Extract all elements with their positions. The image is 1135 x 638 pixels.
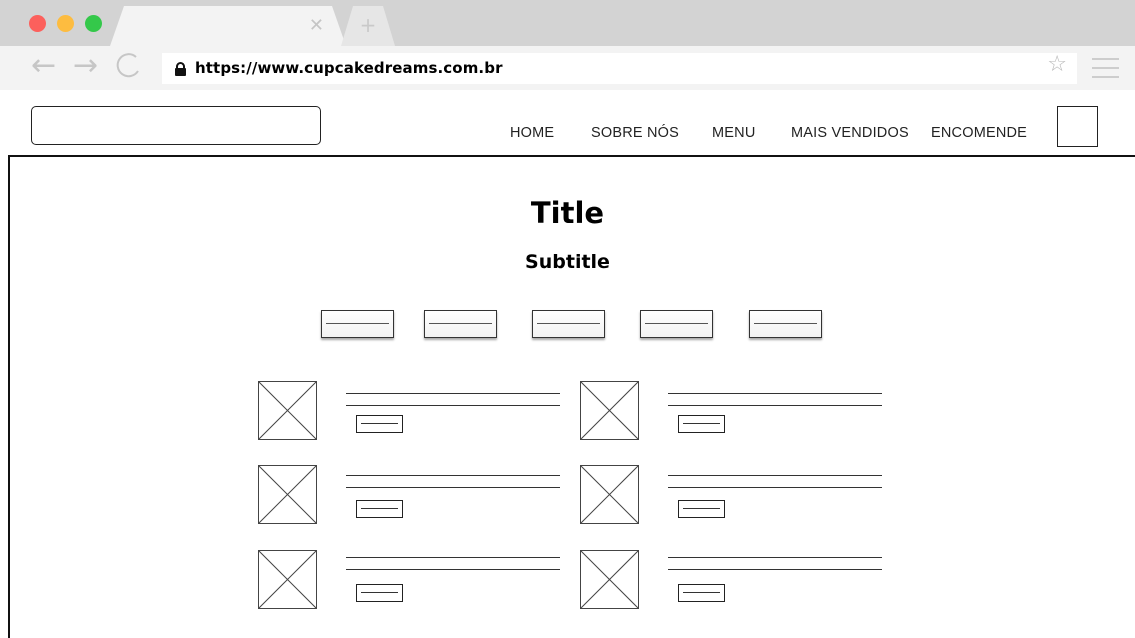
- product-text-line: [668, 487, 882, 488]
- product-title-line: [346, 557, 560, 558]
- url-text[interactable]: https://www.cupcakedreams.com.br: [195, 59, 503, 77]
- category-button-3[interactable]: [532, 310, 605, 338]
- browser-tab-bar: ✕ +: [0, 0, 1135, 46]
- product-title-line: [668, 475, 882, 476]
- product-buy-button[interactable]: [356, 500, 403, 518]
- product-text-line: [346, 405, 560, 406]
- product-image-placeholder[interactable]: [258, 465, 317, 524]
- product-buy-button[interactable]: [356, 584, 403, 602]
- page-title: Title: [530, 196, 605, 230]
- window-close-button[interactable]: [29, 15, 46, 32]
- nav-mais-vendidos[interactable]: MAIS VENDIDOS: [791, 125, 909, 141]
- product-image-placeholder[interactable]: [580, 550, 639, 609]
- product-image-placeholder[interactable]: [258, 550, 317, 609]
- star-icon[interactable]: ☆: [1047, 54, 1067, 76]
- cart-button[interactable]: [1057, 106, 1098, 147]
- hamburger-menu-icon[interactable]: [1092, 58, 1119, 78]
- product-image-placeholder[interactable]: [580, 381, 639, 440]
- lock-icon: [175, 62, 186, 76]
- address-bar[interactable]: https://www.cupcakedreams.com.br ☆: [162, 53, 1077, 84]
- page-subtitle: Subtitle: [525, 251, 610, 273]
- window-minimize-button[interactable]: [57, 15, 74, 32]
- browser-tab[interactable]: ✕: [110, 6, 346, 46]
- new-tab-button[interactable]: +: [341, 6, 395, 46]
- product-text-line: [668, 569, 882, 570]
- product-buy-button[interactable]: [678, 415, 725, 433]
- category-button-1[interactable]: [321, 310, 394, 338]
- product-image-placeholder[interactable]: [580, 465, 639, 524]
- close-icon[interactable]: ✕: [309, 17, 324, 35]
- arrow-right-icon[interactable]: →: [73, 51, 98, 81]
- nav-menu[interactable]: MENU: [712, 125, 756, 141]
- category-button-2[interactable]: [424, 310, 497, 338]
- category-button-4[interactable]: [640, 310, 713, 338]
- plus-icon[interactable]: +: [341, 15, 395, 35]
- product-text-line: [668, 405, 882, 406]
- product-image-placeholder[interactable]: [258, 381, 317, 440]
- arrow-left-icon[interactable]: ←: [31, 51, 56, 81]
- window-zoom-button[interactable]: [85, 15, 102, 32]
- reload-icon[interactable]: [116, 51, 142, 87]
- logo-placeholder[interactable]: [31, 106, 321, 145]
- nav-encomende[interactable]: ENCOMENDE: [931, 125, 1027, 141]
- category-button-5[interactable]: [749, 310, 822, 338]
- nav-home[interactable]: HOME: [510, 125, 554, 141]
- product-title-line: [346, 393, 560, 394]
- product-text-line: [346, 487, 560, 488]
- product-title-line: [668, 393, 882, 394]
- nav-sobre-nos[interactable]: SOBRE NÓS: [591, 125, 679, 141]
- product-buy-button[interactable]: [678, 584, 725, 602]
- product-title-line: [346, 475, 560, 476]
- product-buy-button[interactable]: [356, 415, 403, 433]
- product-text-line: [346, 569, 560, 570]
- product-buy-button[interactable]: [678, 500, 725, 518]
- browser-toolbar: ← → https://www.cupcakedreams.com.br ☆: [0, 46, 1135, 90]
- product-title-line: [668, 557, 882, 558]
